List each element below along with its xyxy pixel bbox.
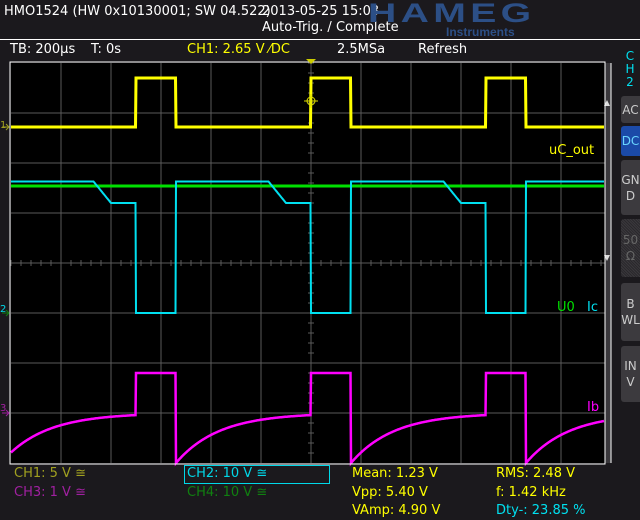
ch3-marker-label: 3: [0, 403, 7, 414]
ch1-scale[interactable]: CH1: 5 V ≅: [14, 466, 86, 481]
header-divider: [0, 39, 640, 40]
measure-rms: RMS: 2.48 V: [496, 466, 575, 481]
invert-button[interactable]: INV: [621, 346, 640, 402]
trace-label-uc-out: uC_out: [549, 143, 595, 158]
sample-rate: 2.5MSa: [337, 42, 386, 57]
trace-label-ib: Ib: [587, 400, 600, 415]
coupling-dc-button[interactable]: DC: [621, 126, 640, 156]
date-time: 2013-05-25 15:03: [262, 4, 380, 19]
trace-label-ic: Ic: [587, 300, 598, 315]
bandwidth-limit-button[interactable]: BWL: [621, 283, 640, 341]
measure-frequency: f: 1.42 kHz: [496, 485, 566, 500]
ch2-marker-label: 2: [0, 304, 7, 315]
hameg-logo-sub: Instruments: [446, 25, 515, 39]
trigger-setting[interactable]: CH1: 2.65 V ⁄DC: [187, 42, 290, 57]
measure-duty: Dty-: 23.85 %: [496, 503, 586, 518]
vertical-scrollbar[interactable]: [605, 63, 611, 463]
ch2-scale[interactable]: CH2: 10 V ≅: [187, 466, 267, 481]
ch1-marker-label: 1: [0, 120, 7, 131]
side-menu-channel: CH2: [625, 49, 635, 89]
coupling-gnd-button[interactable]: GND: [621, 160, 640, 215]
measure-mean: Mean: 1.23 V: [352, 466, 438, 481]
time-offset[interactable]: T: 0s: [91, 42, 121, 57]
ch4-scale[interactable]: CH4: 10 V ≅: [187, 485, 267, 500]
ch3-scale[interactable]: CH3: 1 V ≅: [14, 485, 86, 500]
waveform-display: [2, 59, 612, 467]
acquisition-mode[interactable]: Refresh: [418, 42, 467, 57]
coupling-ac-button[interactable]: AC: [621, 96, 640, 123]
impedance-50-ohm-button: 50Ω: [621, 219, 640, 277]
measure-vamp: VAmp: 4.90 V: [352, 503, 441, 518]
trace-label-u0: U0: [557, 300, 575, 315]
timebase[interactable]: TB: 200µs: [10, 42, 75, 57]
device-info: HMO1524 (HW 0x10130001; SW 04.522): [4, 4, 271, 19]
measure-vpp: Vpp: 5.40 V: [352, 485, 428, 500]
